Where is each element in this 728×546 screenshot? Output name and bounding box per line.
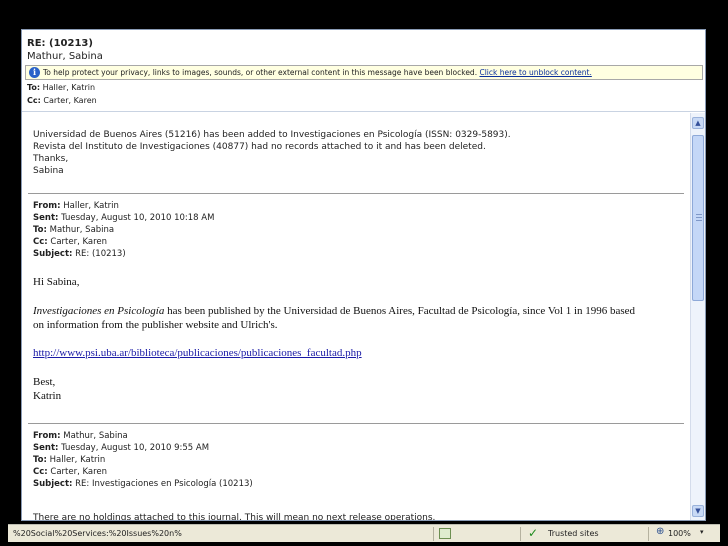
quote-divider-2 [28, 423, 684, 424]
quote1-from: From: Haller, Katrin [33, 201, 119, 211]
thumb-grip-line [696, 217, 702, 218]
scroll-down-arrow-icon[interactable]: ▼ [692, 505, 704, 517]
status-separator [433, 527, 434, 541]
quote2-from-label: From: [33, 431, 61, 441]
scrollbar-thumb[interactable] [692, 135, 704, 301]
quote2-subject-label: Subject: [33, 479, 73, 489]
thumb-grip-line [696, 214, 702, 215]
quote1-sent-value: Tuesday, August 10, 2010 10:18 AM [61, 213, 215, 223]
infobar-message: To help protect your privacy, links to i… [43, 68, 478, 77]
quote1-to-label: To: [33, 225, 47, 235]
quote2-from-value: Mathur, Sabina [63, 431, 128, 441]
quote1-cc: Cc: Carter, Karen [33, 237, 107, 247]
quote1-paragraph-line-2: on information from the publisher websit… [33, 319, 278, 331]
header-cc-value[interactable]: Carter, Karen [43, 96, 96, 105]
quote1-to-value: Mathur, Sabina [49, 225, 115, 235]
message-subject: RE: (10213) [27, 38, 93, 49]
message-header: RE: (10213) Mathur, Sabina i To help pro… [22, 30, 705, 112]
quote1-paragraph-rest: has been published by the Universidad de… [164, 305, 636, 317]
quote2-from: From: Mathur, Sabina [33, 431, 128, 441]
quote1-cc-label: Cc: [33, 237, 48, 247]
quote1-greeting: Hi Sabina, [33, 276, 80, 288]
quote2-cc: Cc: Carter, Karen [33, 467, 107, 477]
quote1-cc-value: Carter, Karen [50, 237, 108, 247]
info-icon: i [29, 67, 40, 78]
header-cc-line: Cc: Carter, Karen [27, 96, 97, 105]
quote2-sent-label: Sent: [33, 443, 59, 453]
scroll-up-arrow-icon[interactable]: ▲ [692, 117, 704, 129]
zoom-magnifier-icon[interactable]: ⊕ [656, 526, 664, 537]
quote1-sent-label: Sent: [33, 213, 59, 223]
security-zone[interactable]: Trusted sites [548, 529, 599, 538]
quote1-subject-value: RE: (10213) [75, 249, 126, 259]
reply-line-1: Universidad de Buenos Aires (51216) has … [33, 130, 511, 140]
header-cc-label: Cc: [27, 96, 41, 105]
blocked-content-infobar[interactable]: i To help protect your privacy, links to… [25, 65, 703, 80]
quote1-subject-label: Subject: [33, 249, 73, 259]
journal-title: Investigaciones en Psicología [33, 305, 165, 317]
quote1-to: To: Mathur, Sabina [33, 225, 114, 235]
quote2-cc-label: Cc: [33, 467, 48, 477]
quote2-to: To: Haller, Katrin [33, 455, 105, 465]
publisher-url-link[interactable]: http://www.psi.uba.ar/biblioteca/publica… [33, 347, 362, 359]
quote-divider-1 [28, 193, 684, 194]
header-to-line: To: Haller, Katrin [27, 83, 95, 92]
status-bar: %20Social%20Services:%20Issues%20n% ✓ Tr… [8, 524, 720, 542]
page-icon [439, 528, 451, 539]
unblock-content-link[interactable]: Click here to unblock content. [479, 68, 591, 77]
message-window: RE: (10213) Mathur, Sabina i To help pro… [21, 29, 706, 521]
quote2-subject: Subject: RE: Investigaciones en Psicolog… [33, 479, 253, 489]
quote2-to-label: To: [33, 455, 47, 465]
screen-background: RE: (10213) Mathur, Sabina i To help pro… [0, 0, 728, 546]
status-url: %20Social%20Services:%20Issues%20n% [13, 529, 182, 538]
quote1-from-label: From: [33, 201, 61, 211]
quote1-signature: Katrin [33, 390, 62, 402]
quote2-cc-value: Carter, Karen [50, 467, 108, 477]
zoom-dropdown-icon[interactable]: ▾ [700, 528, 704, 536]
quote1-subject: Subject: RE: (10213) [33, 249, 126, 259]
infobar-text: To help protect your privacy, links to i… [43, 68, 592, 77]
reply-line-3: Thanks, [33, 154, 69, 164]
reply-line-2: Revista del Instituto de Investigaciones… [33, 142, 486, 152]
quote1-sent: Sent: Tuesday, August 10, 2010 10:18 AM [33, 213, 214, 223]
quote2-to-value: Haller, Katrin [49, 455, 106, 465]
status-separator [648, 527, 649, 541]
quote1-closing: Best, [33, 376, 56, 388]
quote2-sent-value: Tuesday, August 10, 2010 9:55 AM [61, 443, 210, 453]
checkmark-icon: ✓ [528, 526, 539, 540]
zoom-level[interactable]: 100% [668, 529, 691, 538]
quote1-paragraph-line-1: Investigaciones en Psicología has been p… [33, 305, 635, 317]
quote2-sent: Sent: Tuesday, August 10, 2010 9:55 AM [33, 443, 209, 453]
header-to-label: To: [27, 83, 41, 92]
reply-line-4: Sabina [33, 166, 64, 176]
status-separator [520, 527, 521, 541]
thumb-grip-line [696, 220, 702, 221]
quote1-from-value: Haller, Katrin [63, 201, 119, 211]
header-to-value[interactable]: Haller, Katrin [43, 83, 95, 92]
message-body[interactable]: Universidad de Buenos Aires (51216) has … [22, 113, 690, 521]
message-sender: Mathur, Sabina [27, 51, 103, 62]
quote2-body-line: There are no holdings attached to this j… [33, 513, 436, 521]
vertical-scrollbar[interactable]: ▲ ▼ [690, 113, 705, 520]
quote2-subject-value: RE: Investigaciones en Psicología (10213… [75, 479, 253, 489]
